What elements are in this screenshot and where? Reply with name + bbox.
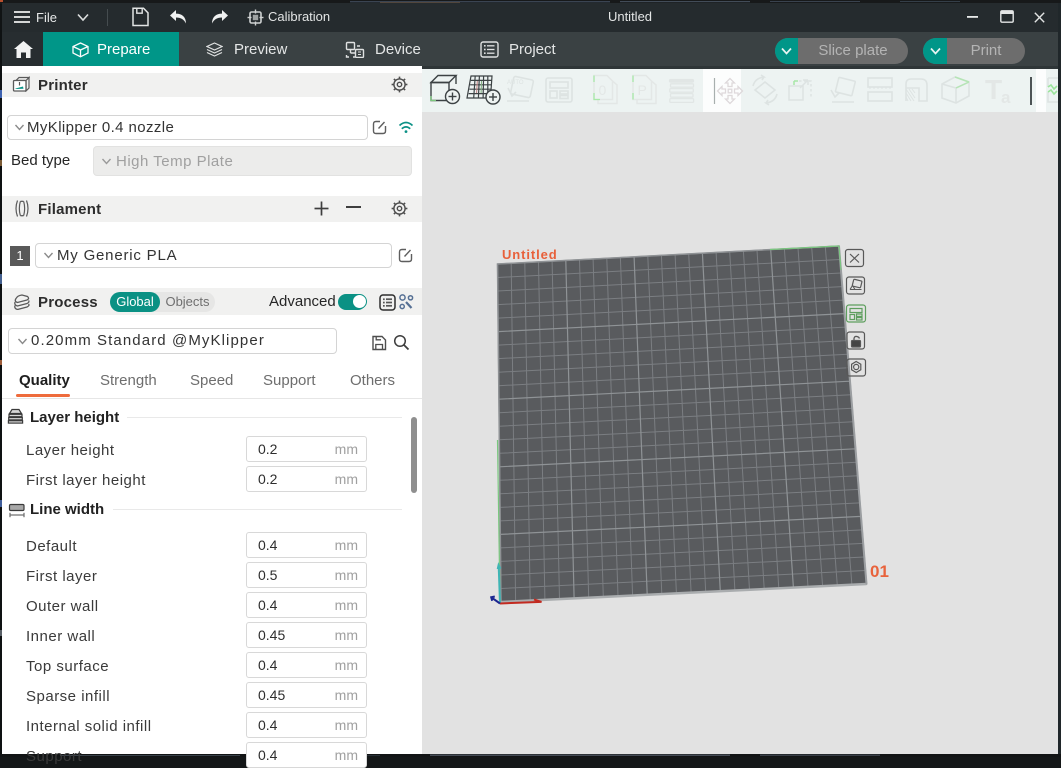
svg-text:Untitled: Untitled (502, 247, 558, 262)
svg-text:01: 01 (870, 562, 889, 581)
